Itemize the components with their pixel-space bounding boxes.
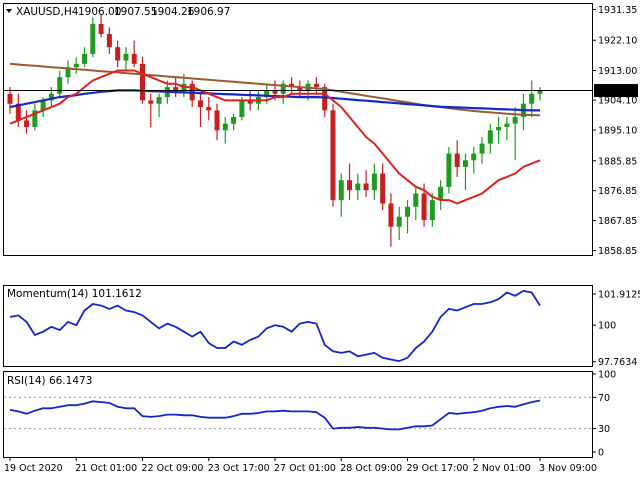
momentum-tick-label: 100 — [598, 321, 616, 332]
candle-body — [131, 53, 137, 64]
time-tick-label: 23 Oct 17:00 — [208, 463, 270, 474]
candle-body — [156, 97, 162, 104]
candle-body — [82, 53, 88, 64]
time-tick-label: 3 Nov 09:00 — [539, 463, 597, 474]
price-tick-label: 1858.85 — [598, 246, 637, 257]
price-tick-label: 1922.10 — [598, 36, 637, 47]
time-tick-label: 29 Oct 17:00 — [407, 463, 469, 474]
rsi-tick-label: 100 — [598, 370, 616, 381]
candle-body — [454, 153, 460, 167]
price-tick-label: 1913.00 — [598, 66, 637, 77]
candle-body — [504, 123, 510, 128]
price-tick-label: 1885.85 — [598, 156, 637, 167]
candle-body — [313, 83, 319, 88]
candle-body — [371, 173, 377, 191]
current-price-label: 1906.97 — [597, 86, 636, 97]
candle-body — [471, 153, 477, 161]
rsi-tick-label: 70 — [598, 393, 610, 404]
candle-body — [197, 100, 203, 108]
symbol-label: XAUUSD,H4 — [16, 6, 79, 18]
candle-body — [396, 216, 402, 227]
rsi-title: RSI(14) 66.1473 — [7, 375, 92, 387]
candle-body — [462, 160, 468, 167]
price-tick-label: 1931.35 — [598, 5, 637, 16]
candle[interactable] — [140, 57, 145, 104]
candle-body — [106, 33, 112, 48]
candle-body — [446, 153, 452, 187]
candle-body — [24, 120, 30, 128]
time-tick-label: 2 Nov 01:00 — [473, 463, 531, 474]
candle-body — [115, 47, 121, 61]
rsi-tick-label: 0 — [598, 448, 604, 459]
candle-body — [7, 93, 13, 104]
price-tick-label: 1895.10 — [598, 125, 637, 136]
momentum-tick-label: 97.7634 — [598, 357, 637, 368]
rsi-tick-label: 30 — [598, 424, 610, 435]
candle-body — [413, 193, 419, 207]
candle-body — [98, 23, 104, 34]
time-tick-label: 22 Oct 09:00 — [142, 463, 204, 474]
time-tick-label: 19 Oct 2020 — [4, 463, 63, 474]
candle-body — [380, 173, 386, 204]
candle-body — [148, 100, 154, 104]
time-tick-label: 28 Oct 09:00 — [340, 463, 402, 474]
candle-body — [173, 87, 179, 91]
candle-body — [347, 180, 353, 191]
candle-body — [405, 206, 410, 217]
momentum-tick-label: 101.9125 — [598, 289, 640, 300]
close-value: 1906.97 — [187, 6, 230, 18]
price-tick-label: 1867.85 — [598, 216, 637, 227]
candle-body — [222, 123, 228, 131]
candle-body — [73, 63, 79, 68]
candle-body — [338, 180, 344, 201]
time-tick-label: 27 Oct 01:00 — [274, 463, 336, 474]
candle-body — [355, 183, 361, 191]
candle-body — [330, 110, 336, 201]
candle[interactable] — [330, 103, 336, 207]
candle-body — [231, 117, 237, 124]
trading-chart[interactable]: 1931.35 1922.10 1913.00 1904.10 1895.10 1885.… — [0, 0, 640, 480]
candle-body — [214, 110, 220, 131]
candle-body — [388, 203, 394, 227]
candle-body — [438, 186, 444, 201]
time-tick-label: 21 Oct 01:00 — [75, 463, 137, 474]
candle-body — [421, 193, 427, 221]
candle-body — [123, 53, 129, 61]
candle-body — [57, 77, 63, 94]
candle[interactable] — [446, 146, 452, 194]
candle-body — [363, 183, 369, 191]
candle-body — [206, 107, 212, 111]
price-tick-label: 1876.85 — [598, 186, 637, 197]
momentum-title: Momentum(14) 101.1612 — [7, 288, 142, 300]
candle-body — [90, 23, 96, 54]
candle-body — [529, 93, 535, 104]
candle-body — [512, 117, 518, 124]
candle-body — [140, 63, 145, 101]
price-tick-label: 1904.10 — [598, 96, 637, 107]
candle-body — [496, 127, 502, 131]
candle-body — [429, 200, 435, 221]
candle-body — [487, 130, 493, 144]
candle-body — [239, 100, 245, 118]
candle-body — [479, 143, 485, 154]
